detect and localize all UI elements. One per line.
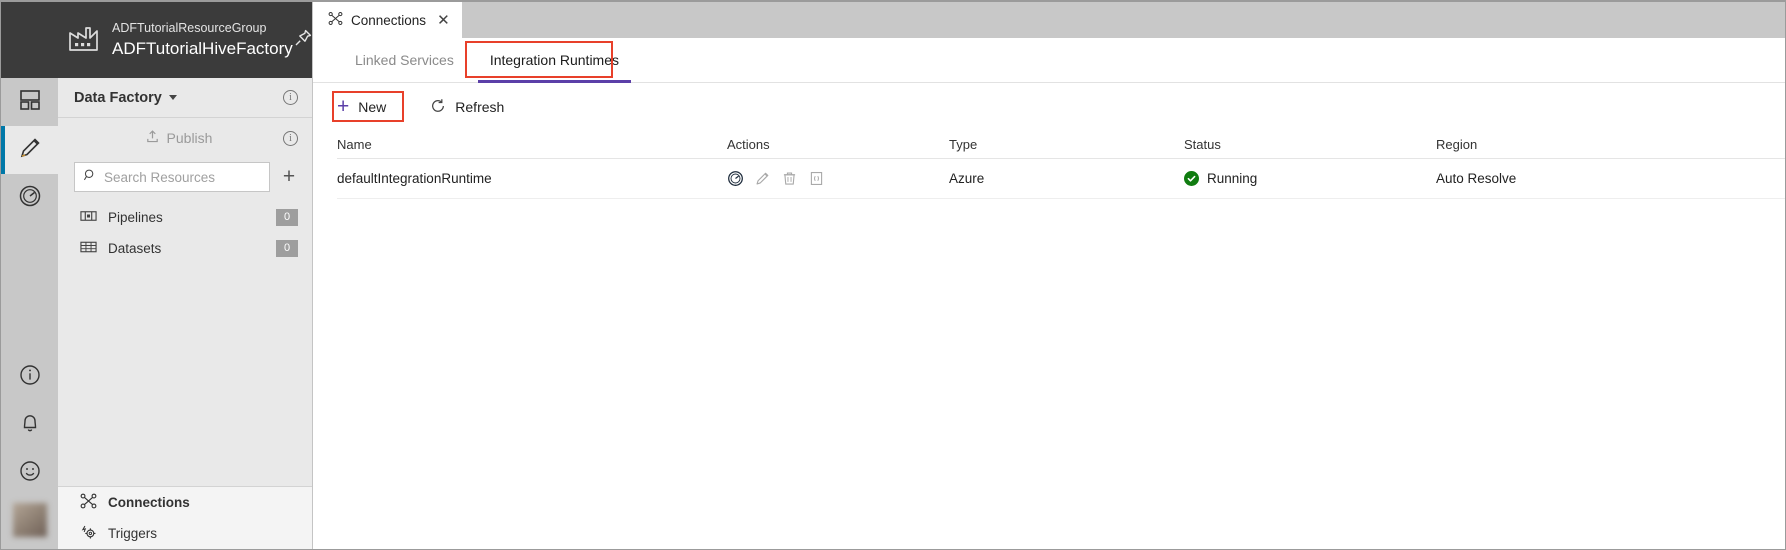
info-icon xyxy=(18,363,42,392)
nav-label: Datasets xyxy=(108,241,162,256)
info-icon[interactable]: i xyxy=(283,90,298,105)
sub-tab-bar: Linked Services Integration Runtimes xyxy=(313,38,1785,83)
sub-tab-label: Integration Runtimes xyxy=(489,51,620,68)
left-panel-bottom-nav: Connections Triggers xyxy=(58,486,312,549)
integration-runtimes-table: Name Actions Type Status Region defaultI… xyxy=(313,131,1785,199)
connections-icon xyxy=(328,11,343,29)
nav-count-badge: 0 xyxy=(276,209,298,226)
nav-item-connections[interactable]: Connections xyxy=(58,487,312,518)
main-content: Connections ✕ Linked Services Integratio… xyxy=(313,2,1785,549)
table-row[interactable]: defaultIntegrationRuntime Azure Running … xyxy=(337,159,1785,199)
search-input-wrapper[interactable] xyxy=(74,162,270,192)
status-label: Running xyxy=(1207,171,1258,186)
factory-icon xyxy=(66,22,104,59)
add-resource-button[interactable]: + xyxy=(280,166,298,187)
code-json-icon[interactable] xyxy=(808,170,825,187)
nav-item-datasets[interactable]: Datasets 0 xyxy=(58,233,312,264)
nav-item-pipelines[interactable]: Pipelines 0 xyxy=(58,202,312,233)
publish-row: Publish i xyxy=(58,118,312,158)
factory-header: ADFTutorialResourceGroup ADFTutorialHive… xyxy=(58,2,312,78)
cell-type: Azure xyxy=(949,171,985,186)
table-header-row: Name Actions Type Status Region xyxy=(337,131,1785,159)
table-icon xyxy=(80,240,97,257)
rail-item-notifications[interactable] xyxy=(1,401,58,449)
factory-name: ADFTutorialHiveFactory xyxy=(112,39,293,59)
app-window: ADFTutorialResourceGroup ADFTutorialHive… xyxy=(0,0,1786,550)
cell-name: defaultIntegrationRuntime xyxy=(337,171,492,186)
tab-linked-services[interactable]: Linked Services xyxy=(337,38,472,83)
monitor-gauge-icon xyxy=(17,183,43,214)
edit-pencil-icon[interactable] xyxy=(754,170,771,187)
cell-actions xyxy=(727,170,949,187)
icon-rail xyxy=(1,2,58,549)
tab-strip: Connections ✕ xyxy=(313,2,1785,38)
trigger-icon xyxy=(80,524,97,543)
data-factory-dropdown[interactable]: Data Factory xyxy=(74,90,177,106)
publish-button[interactable]: Publish xyxy=(74,129,283,147)
cell-status: Running xyxy=(1184,171,1436,186)
rail-logo xyxy=(1,2,58,78)
info-icon[interactable]: i xyxy=(283,130,298,146)
nav-label: Pipelines xyxy=(108,210,163,225)
nav-label: Triggers xyxy=(108,526,158,541)
cell-region: Auto Resolve xyxy=(1436,171,1517,186)
search-row: + xyxy=(58,158,312,202)
search-input[interactable] xyxy=(104,169,261,185)
refresh-button[interactable]: Refresh xyxy=(420,93,514,122)
column-header-actions: Actions xyxy=(727,137,770,152)
monitor-gauge-icon[interactable] xyxy=(727,170,744,187)
column-header-name: Name xyxy=(337,137,372,152)
notifications-bell-icon xyxy=(18,411,42,440)
left-panel-spacer xyxy=(58,264,312,486)
close-icon[interactable]: ✕ xyxy=(437,13,450,28)
rail-item-info[interactable] xyxy=(1,353,58,401)
rail-item-feedback[interactable] xyxy=(1,449,58,497)
check-circle-icon xyxy=(1184,171,1199,186)
refresh-icon xyxy=(430,98,446,117)
tab-connections[interactable]: Connections ✕ xyxy=(313,2,462,38)
tab-integration-runtimes[interactable]: Integration Runtimes xyxy=(472,38,637,83)
edit-pencil-icon xyxy=(17,135,43,166)
refresh-label: Refresh xyxy=(455,99,505,115)
rail-bottom-group xyxy=(1,353,58,549)
new-button[interactable]: + New xyxy=(327,94,396,120)
left-panel: ADFTutorialResourceGroup ADFTutorialHive… xyxy=(58,2,313,549)
sub-tab-label: Linked Services xyxy=(355,51,454,68)
data-factory-selector-row: Data Factory i xyxy=(58,78,312,118)
user-avatar[interactable] xyxy=(12,503,47,537)
column-header-region: Region xyxy=(1436,137,1478,152)
resource-group-name: ADFTutorialResourceGroup xyxy=(112,20,267,35)
home-icon xyxy=(18,89,42,116)
chevron-down-icon xyxy=(168,95,177,100)
publish-label: Publish xyxy=(166,130,213,146)
search-icon xyxy=(83,168,97,187)
nav-label: Connections xyxy=(108,495,190,510)
rail-item-author[interactable] xyxy=(1,126,58,174)
column-header-status: Status xyxy=(1184,137,1221,152)
factory-titles: ADFTutorialResourceGroup ADFTutorialHive… xyxy=(112,21,293,60)
upload-icon xyxy=(145,129,160,147)
plus-icon: + xyxy=(337,95,350,118)
nav-count-badge: 0 xyxy=(276,240,298,257)
data-factory-label: Data Factory xyxy=(74,89,162,106)
delete-trash-icon[interactable] xyxy=(781,170,798,187)
tab-label: Connections xyxy=(351,12,427,28)
column-header-type: Type xyxy=(949,137,978,152)
pipeline-icon xyxy=(80,209,97,226)
new-label: New xyxy=(358,99,387,115)
rail-item-monitor[interactable] xyxy=(1,174,58,222)
connections-icon xyxy=(80,493,97,512)
rail-spacer xyxy=(1,222,58,353)
toolbar: + New Refresh xyxy=(313,83,1785,131)
pin-icon[interactable] xyxy=(293,28,315,53)
rail-item-home[interactable] xyxy=(1,78,58,126)
nav-item-triggers[interactable]: Triggers xyxy=(58,518,312,549)
feedback-smiley-icon xyxy=(18,459,42,488)
